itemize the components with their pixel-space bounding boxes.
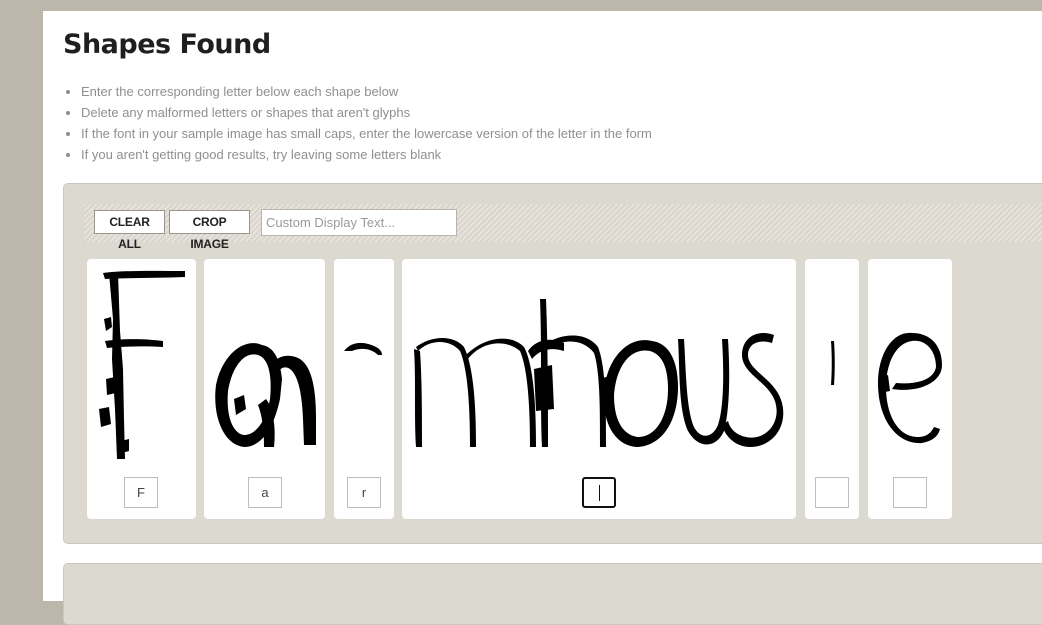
instruction-item: Enter the corresponding letter below eac… [81, 81, 652, 102]
instruction-item: If the font in your sample image has sma… [81, 123, 652, 144]
glyph-card: a [204, 259, 325, 519]
glyph-shape-s [831, 341, 835, 385]
glyph-letter-input[interactable] [893, 477, 927, 508]
page-title: Shapes Found [63, 29, 271, 60]
glyph-card: F [87, 259, 196, 519]
main-panel: Shapes Found Enter the corresponding let… [43, 11, 1042, 625]
glyph-shape-f [99, 270, 185, 459]
clear-all-button[interactable]: CLEAR ALL [94, 210, 165, 251]
glyph-shape-mhous [414, 299, 784, 447]
glyph-card [805, 259, 859, 519]
glyph-card: r [334, 259, 394, 519]
glyph-letter-input[interactable] [815, 477, 849, 508]
glyph-letter-input[interactable]: F [124, 477, 158, 508]
instruction-item: If you aren't getting good results, try … [81, 144, 652, 165]
glyph-card [402, 259, 796, 519]
toolbar: CLEAR ALL CROP IMAGE [84, 204, 1042, 251]
glyph-shape-a [215, 343, 316, 447]
glyph-workspace: CLEAR ALL CROP IMAGE F [63, 183, 1042, 544]
glyph-shape-r [344, 342, 382, 355]
instructions-list: Enter the corresponding letter below eac… [63, 81, 652, 165]
glyph-card [868, 259, 952, 519]
glyph-letter-input[interactable]: r [347, 477, 381, 508]
crop-image-button[interactable]: CROP IMAGE [169, 210, 250, 251]
glyph-letter-input-active[interactable] [582, 477, 616, 508]
text-caret [599, 485, 600, 501]
lower-panel [63, 563, 1042, 625]
custom-display-text-input[interactable] [261, 209, 457, 236]
instruction-item: Delete any malformed letters or shapes t… [81, 102, 652, 123]
glyph-letter-input[interactable]: a [248, 477, 282, 508]
glyph-shape-e [878, 332, 942, 444]
